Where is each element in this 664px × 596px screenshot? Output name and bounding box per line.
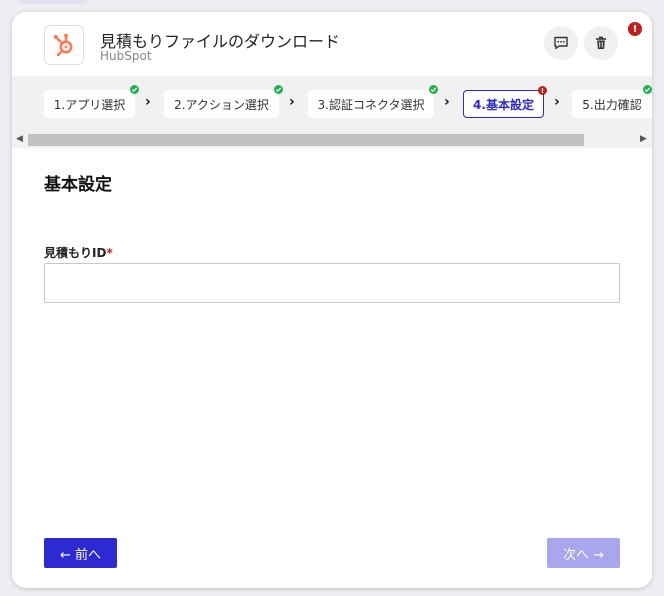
panel-header: 見積もりファイルのダウンロード HubSpot ! [12, 12, 652, 76]
settings-panel: 見積もりファイルのダウンロード HubSpot ! 1.アプリ選択 › 2.アク… [12, 12, 652, 588]
back-button[interactable]: ← 前へ [44, 538, 117, 568]
step-connector-select[interactable]: 3.認証コネクタ選択 [308, 85, 438, 118]
step-label: 5.出力確認 [582, 97, 642, 112]
step-label: 3.認証コネクタ選択 [317, 97, 425, 112]
scroll-left-icon[interactable]: ◀ [16, 134, 23, 144]
chevron-right-icon: › [554, 94, 560, 110]
step-label: 2.アクション選択 [174, 97, 269, 112]
step-app-select[interactable]: 1.アプリ選択 [44, 85, 139, 118]
background-tab-edge [18, 0, 88, 4]
comment-icon [554, 36, 568, 50]
chevron-right-icon: › [289, 94, 295, 110]
trash-icon [596, 36, 606, 49]
quote-id-input[interactable] [44, 263, 620, 303]
step-basic-settings[interactable]: 4.基本設定 ! [463, 86, 547, 118]
required-mark: * [106, 246, 113, 260]
check-icon [274, 85, 283, 94]
check-icon [429, 85, 438, 94]
hubspot-logo [44, 25, 84, 65]
step-action-select[interactable]: 2.アクション選択 [164, 85, 283, 118]
chevron-right-icon: › [145, 94, 151, 110]
section-title: 基本設定 [44, 175, 112, 195]
next-button[interactable]: 次へ → [547, 538, 620, 568]
app-name: HubSpot [100, 49, 152, 63]
scroll-right-icon[interactable]: ▶ [640, 134, 647, 144]
step-output-confirm[interactable]: 5.出力確認 [572, 85, 652, 118]
error-alert-badge: ! [628, 22, 642, 36]
delete-button[interactable] [584, 26, 618, 60]
error-icon: ! [538, 86, 547, 95]
step-navigation: 1.アプリ選択 › 2.アクション選択 › 3.認証コネクタ選択 › 4.基本設… [12, 76, 652, 148]
step-label: 4.基本設定 [473, 97, 534, 112]
comment-button[interactable] [544, 26, 578, 60]
quote-id-label: 見積もりID* [44, 244, 113, 261]
horizontal-scrollbar[interactable]: ◀ ▶ [12, 132, 652, 148]
field-label-text: 見積もりID [44, 246, 107, 260]
chevron-right-icon: › [444, 94, 450, 110]
check-icon [643, 85, 652, 94]
step-label: 1.アプリ選択 [53, 97, 126, 112]
scrollbar-thumb[interactable] [28, 134, 584, 146]
check-icon [130, 85, 139, 94]
